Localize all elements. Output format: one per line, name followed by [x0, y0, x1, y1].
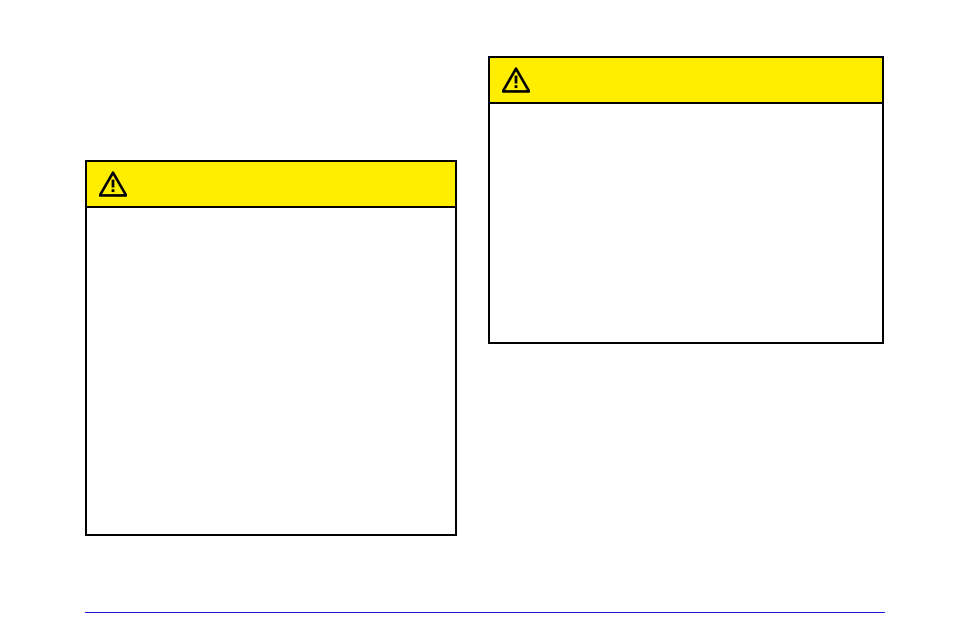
caution-header — [87, 162, 455, 208]
caution-box-right — [488, 56, 884, 344]
caution-header — [490, 58, 882, 104]
warning-triangle-icon — [502, 67, 530, 93]
caution-body — [490, 104, 882, 342]
caution-body — [87, 208, 455, 534]
caution-box-left — [85, 160, 457, 536]
warning-triangle-icon — [99, 171, 127, 197]
footer-rule — [85, 612, 885, 613]
page — [0, 0, 954, 636]
